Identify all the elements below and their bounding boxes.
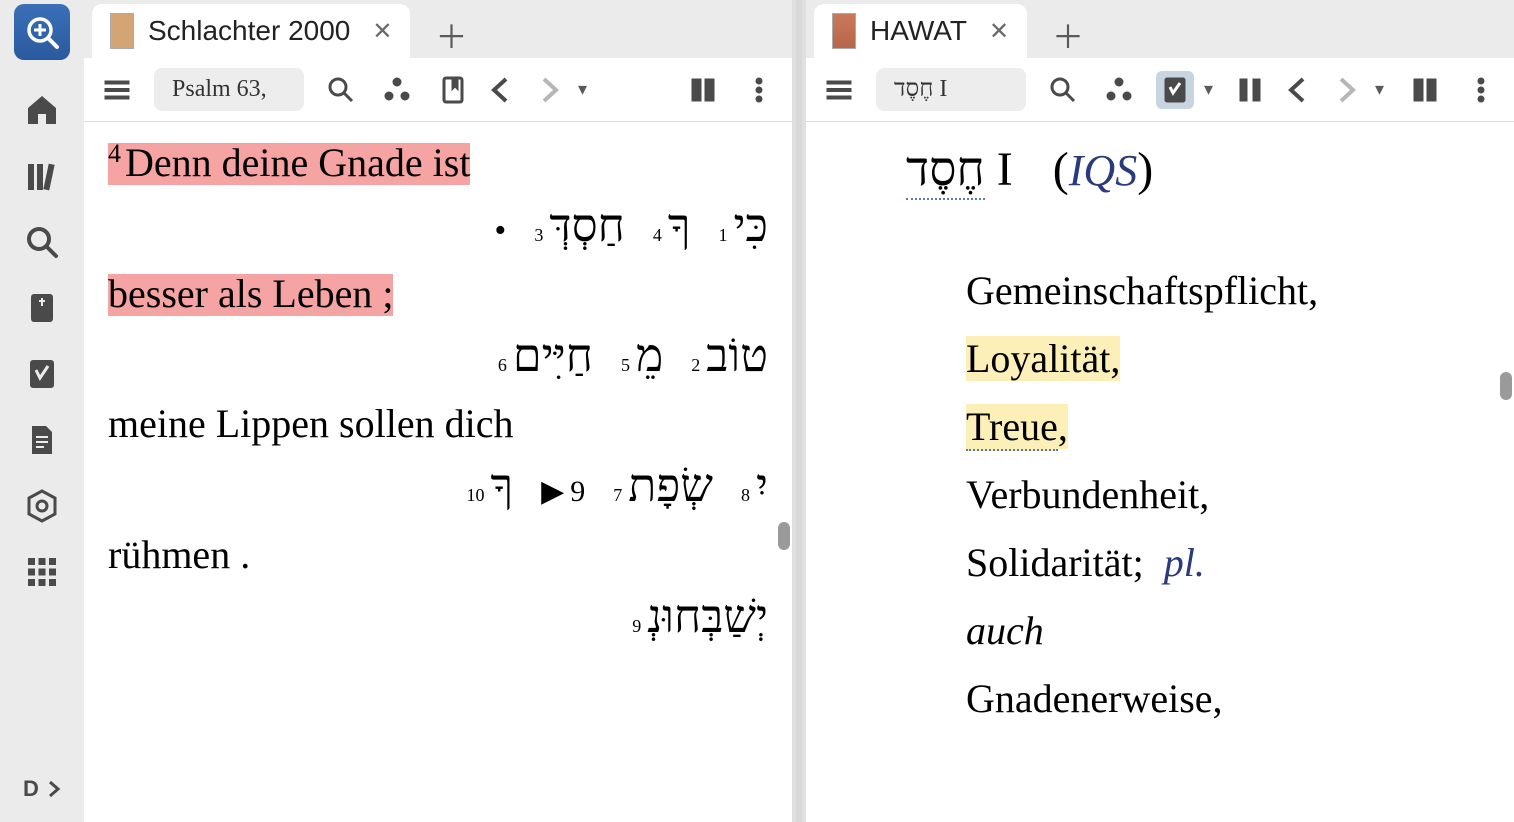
more-icon[interactable] [740,71,778,109]
book-thumb-icon [110,13,134,49]
lexicon-icon[interactable] [18,352,66,396]
headword-roman: I [997,143,1013,196]
add-tab-button[interactable]: ＋ [428,12,474,58]
headword-hebrew: חֶסֶד [906,143,985,200]
bible-icon[interactable] [18,286,66,330]
nav-forward-icon[interactable] [1327,71,1365,109]
reference-input[interactable]: Psalm 63, [154,68,304,111]
def-word: Gnadenerweise, [966,676,1223,721]
tab-title: Schlachter 2000 [148,15,350,47]
close-icon[interactable]: ✕ [372,17,392,46]
bullet: • [494,208,506,254]
atlas-icon[interactable] [18,484,66,528]
document-icon[interactable] [18,418,66,462]
nav-group: ▾ [1231,71,1384,109]
german-text: Denn deine Gnade ist [125,140,470,185]
add-tab-button[interactable]: ＋ [1045,12,1091,58]
more-icon[interactable] [1462,71,1500,109]
reference-input[interactable]: חֶסֶד I [876,68,1026,111]
headword: חֶסֶד I (IQS) [906,142,1474,197]
app-logo[interactable] [14,4,70,60]
bookmark-icon[interactable] [434,71,472,109]
def-word: Gemeinschaftspflicht, [966,268,1318,313]
german-text: besser als Leben ; [108,271,393,316]
target-lexicon-icon[interactable] [1156,71,1194,109]
pane-divider[interactable] [796,0,802,822]
nav-dropdown-icon[interactable]: ▾ [578,79,587,100]
left-toolbar: Psalm 63, ▾ [84,58,792,122]
link-set-icon[interactable] [1100,71,1138,109]
grammar-note: pl. [1164,540,1205,585]
nav-dropdown-icon[interactable]: ▾ [1375,79,1384,100]
link-set-icon[interactable] [378,71,416,109]
right-pane: HAWAT ✕ ＋ חֶסֶד I ▾ ▾ [806,0,1514,822]
tab-schlachter[interactable]: Schlachter 2000 ✕ [92,4,410,58]
def-word: Loyalität [966,336,1110,381]
nav-back-icon[interactable] [482,71,520,109]
nav-back-icon[interactable] [1279,71,1317,109]
nav-forward-icon[interactable] [530,71,568,109]
apps-grid-icon[interactable] [18,550,66,594]
left-tabbar: Schlachter 2000 ✕ ＋ [84,0,792,58]
right-content: חֶסֶד I (IQS) Gemeinschaftspflicht, Loya… [806,122,1514,822]
left-pane: Schlachter 2000 ✕ ＋ Psalm 63, ▾ [84,0,792,822]
search-icon[interactable] [1044,71,1082,109]
def-word: Treue [966,404,1058,451]
verse-number: 4 [108,139,121,168]
tab-hawat[interactable]: HAWAT ✕ [814,4,1027,58]
menu-icon[interactable] [98,71,136,109]
tab-title: HAWAT [870,15,967,47]
layout-label: D [23,776,39,802]
parallel-view-icon[interactable] [1406,71,1444,109]
columns-icon[interactable] [1231,71,1269,109]
main-area: Schlachter 2000 ✕ ＋ Psalm 63, ▾ [84,0,1514,822]
dropdown-icon[interactable]: ▾ [1204,79,1213,100]
nav-group: ▾ [434,71,587,109]
search-icon[interactable] [322,71,360,109]
german-text: rühmen . [108,532,250,577]
book-thumb-icon [832,13,856,49]
layout-selector[interactable]: D [0,766,84,812]
chevron-right-icon [47,779,61,799]
german-text: meine Lippen sollen dich [108,401,513,446]
app-sidebar: D [0,0,84,822]
def-word: Solidarität; [966,540,1144,585]
definitions: Gemeinschaftspflicht, Loyalität, Treue, … [966,257,1474,733]
left-content: 4Denn deine Gnade ist 1כִּי 4ךָ 3חַסְדְּ… [84,122,792,822]
scrollbar-thumb[interactable] [1500,372,1512,400]
parallel-view-icon[interactable] [684,71,722,109]
headword-ref: IQS [1069,146,1137,195]
menu-icon[interactable] [820,71,858,109]
def-word: Verbundenheit, [966,472,1209,517]
scrollbar-thumb[interactable] [778,522,790,550]
triangle-icon: ▶ [541,472,564,513]
grammar-note: auch [966,608,1044,653]
search-icon[interactable] [18,220,66,264]
library-icon[interactable] [18,154,66,198]
close-icon[interactable]: ✕ [989,17,1009,46]
right-toolbar: חֶסֶד I ▾ ▾ [806,58,1514,122]
right-tabbar: HAWAT ✕ ＋ [806,0,1514,58]
home-icon[interactable] [18,88,66,132]
